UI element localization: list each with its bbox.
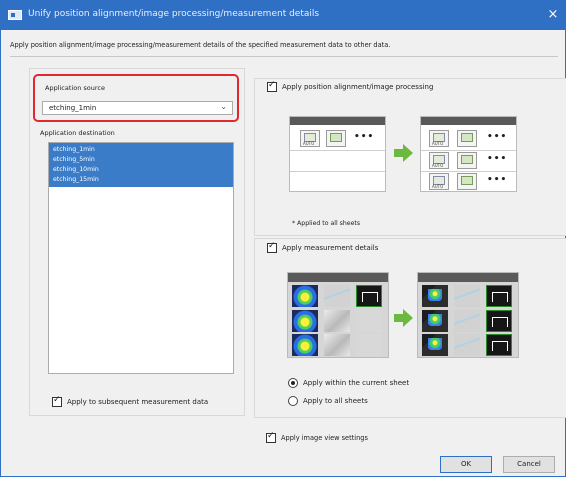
position-checkbox[interactable] bbox=[267, 80, 277, 92]
profile-thumbnail bbox=[486, 310, 512, 332]
filter-tile-icon bbox=[457, 152, 477, 169]
divider bbox=[10, 56, 558, 57]
curve-thumbnail bbox=[454, 285, 480, 307]
position-before-diagram: AUTO ••• bbox=[289, 116, 386, 192]
app-icon bbox=[8, 10, 22, 20]
list-item[interactable]: etching_5min bbox=[53, 156, 95, 163]
measurement-before-diagram bbox=[287, 272, 389, 358]
gray-thumbnail bbox=[324, 310, 350, 332]
apply-subsequent-checkbox[interactable] bbox=[52, 395, 62, 407]
ok-button[interactable]: OK bbox=[440, 456, 492, 473]
heatmap-thumbnail bbox=[292, 285, 318, 307]
surface-3d-thumbnail bbox=[422, 334, 448, 356]
arrow-right-icon bbox=[394, 149, 403, 157]
curve-thumbnail bbox=[324, 285, 350, 307]
radio-all-sheets[interactable] bbox=[288, 396, 298, 406]
image-view-checkbox[interactable] bbox=[266, 431, 276, 443]
cancel-button[interactable]: Cancel bbox=[503, 456, 555, 473]
list-item[interactable]: etching_10min bbox=[53, 166, 99, 173]
filter-tile-icon bbox=[457, 173, 477, 190]
more-dots: ••• bbox=[487, 132, 508, 142]
curve-thumbnail bbox=[454, 334, 480, 356]
image-view-label: Apply image view settings bbox=[281, 434, 368, 442]
gray-thumbnail bbox=[324, 334, 350, 356]
dialog-description: Apply position alignment/image processin… bbox=[10, 41, 391, 49]
measurement-label: Apply measurement details bbox=[282, 244, 379, 252]
title-bar: Unify position alignment/image processin… bbox=[0, 0, 566, 30]
more-dots: ••• bbox=[487, 154, 508, 164]
diagram-row-line bbox=[421, 171, 516, 172]
destination-label: Application destination bbox=[40, 129, 115, 137]
curve-thumbnail bbox=[454, 310, 480, 332]
diagram-row-line bbox=[290, 150, 385, 151]
apply-subsequent-label: Apply to subsequent measurement data bbox=[67, 398, 209, 406]
auto-tile-icon: AUTO bbox=[429, 152, 449, 169]
window-title: Unify position alignment/image processin… bbox=[28, 9, 320, 19]
diagram-header bbox=[288, 273, 388, 282]
profile-thumbnail bbox=[356, 285, 382, 307]
surface-3d-thumbnail bbox=[422, 310, 448, 332]
close-button[interactable]: × bbox=[540, 0, 566, 30]
arrow-head bbox=[403, 144, 413, 162]
list-item[interactable]: etching_15min bbox=[53, 176, 99, 183]
diagram-header bbox=[418, 273, 518, 282]
diagram-row-line bbox=[421, 150, 516, 151]
position-note: * Applied to all sheets bbox=[292, 220, 361, 227]
more-dots: ••• bbox=[487, 175, 508, 185]
empty-cell bbox=[356, 334, 382, 356]
radio-current-label: Apply within the current sheet bbox=[303, 379, 410, 387]
measurement-checkbox[interactable] bbox=[267, 241, 277, 253]
auto-tile-icon: AUTO bbox=[300, 130, 320, 147]
radio-all-label: Apply to all sheets bbox=[303, 397, 368, 405]
surface-3d-thumbnail bbox=[422, 285, 448, 307]
auto-tile-icon: AUTO bbox=[429, 173, 449, 190]
arrow-right-icon bbox=[394, 314, 403, 322]
filter-tile-icon bbox=[457, 130, 477, 147]
position-after-diagram: AUTO ••• AUTO ••• AUTO ••• bbox=[420, 116, 517, 192]
measurement-after-diagram bbox=[417, 272, 519, 358]
auto-tile-icon: AUTO bbox=[429, 130, 449, 147]
list-item[interactable]: etching_1min bbox=[53, 146, 95, 153]
source-highlight bbox=[33, 74, 239, 122]
radio-current-sheet[interactable] bbox=[288, 378, 298, 388]
profile-thumbnail bbox=[486, 285, 512, 307]
diagram-row-line bbox=[290, 171, 385, 172]
profile-thumbnail bbox=[486, 334, 512, 356]
position-label: Apply position alignment/image processin… bbox=[282, 83, 434, 91]
more-dots: ••• bbox=[354, 132, 375, 142]
arrow-head bbox=[403, 309, 413, 327]
heatmap-thumbnail bbox=[292, 334, 318, 356]
diagram-header bbox=[290, 117, 385, 125]
destination-list[interactable]: etching_1min etching_5min etching_10min … bbox=[48, 142, 234, 374]
filter-tile-icon bbox=[326, 130, 346, 147]
heatmap-thumbnail bbox=[292, 310, 318, 332]
empty-cell bbox=[356, 310, 382, 332]
diagram-header bbox=[421, 117, 516, 125]
